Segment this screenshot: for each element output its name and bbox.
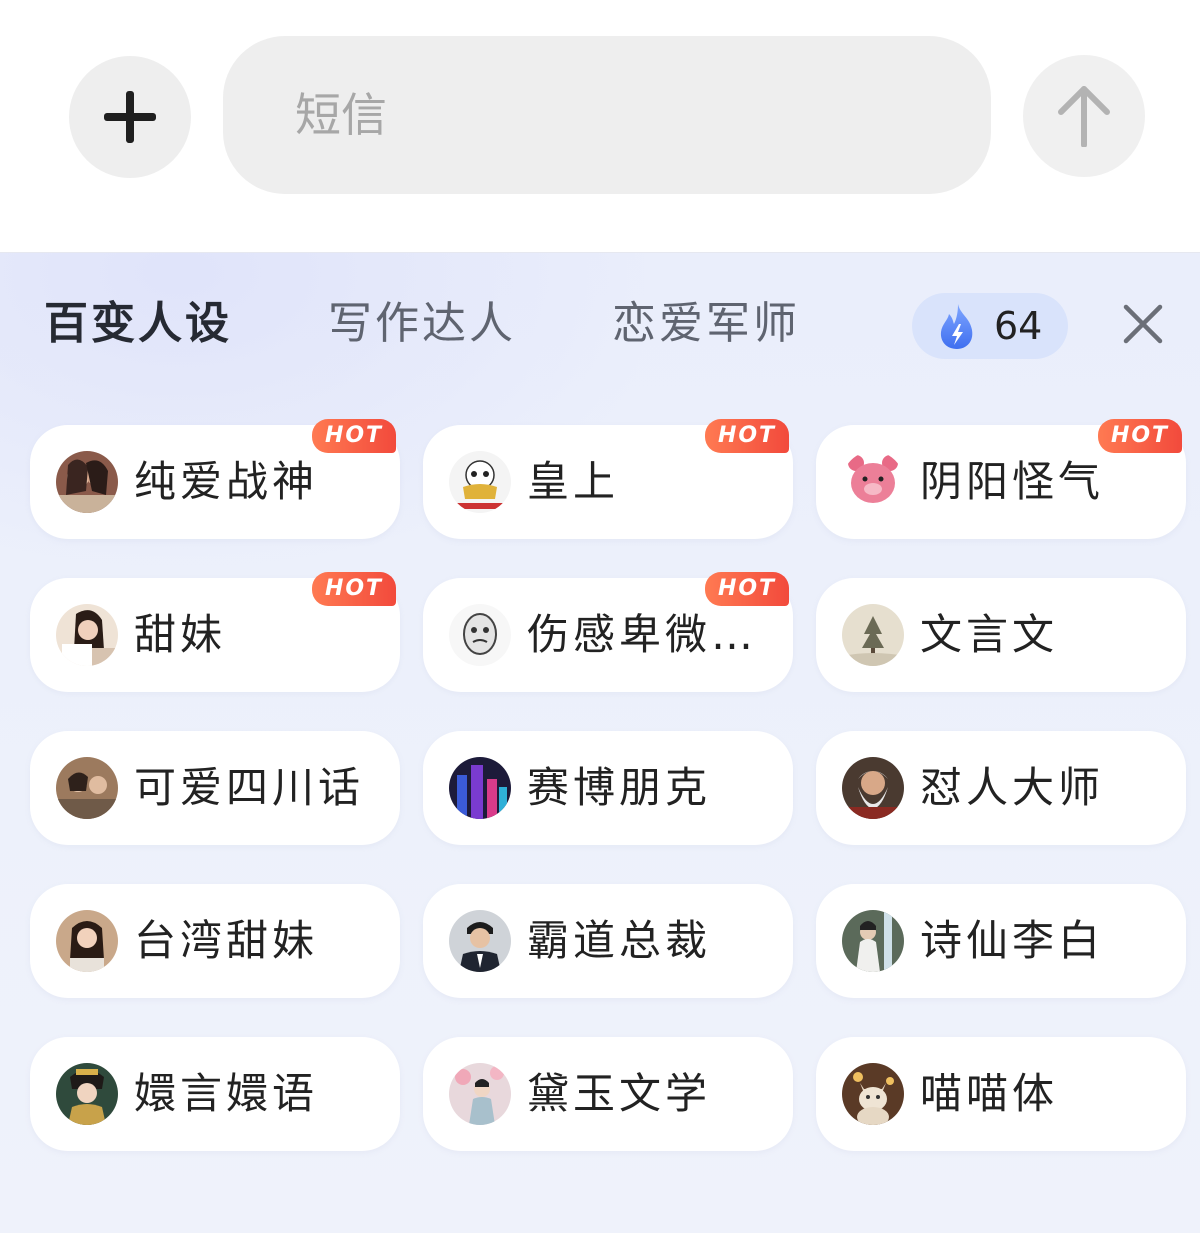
close-icon[interactable] xyxy=(1120,301,1166,347)
persona-card[interactable]: 赛博朋克 xyxy=(423,731,793,845)
avatar xyxy=(56,604,118,666)
send-button[interactable] xyxy=(1023,55,1145,177)
persona-label: 可爱四川话 xyxy=(134,763,365,812)
message-input-wrapper xyxy=(223,36,991,194)
persona-card[interactable]: 阴阳怪气 HOT xyxy=(816,419,1186,539)
persona-label: 阴阳怪气 xyxy=(920,457,1105,506)
energy-count: 64 xyxy=(994,304,1043,348)
persona-card[interactable]: 文言文 xyxy=(816,578,1186,692)
persona-label: 甜妹 xyxy=(134,610,227,659)
hot-badge: HOT xyxy=(1098,419,1182,453)
avatar xyxy=(56,910,118,972)
arrow-up-icon xyxy=(1058,86,1110,147)
persona-label: 嬛言嬛语 xyxy=(134,1069,319,1118)
avatar xyxy=(56,1063,118,1125)
persona-label: 喵喵体 xyxy=(920,1069,1059,1118)
plus-icon xyxy=(104,91,156,143)
persona-label: 怼人大师 xyxy=(920,763,1105,812)
tab-persona[interactable]: 百变人设 xyxy=(44,291,232,357)
persona-card[interactable]: 可爱四川话 xyxy=(30,731,400,845)
persona-label: 纯爱战神 xyxy=(134,457,319,506)
tab-love-advisor[interactable]: 恋爱军师 xyxy=(612,291,800,357)
avatar xyxy=(56,757,118,819)
persona-label: 文言文 xyxy=(920,610,1059,659)
message-input[interactable] xyxy=(293,87,991,143)
add-button[interactable] xyxy=(69,56,191,178)
avatar xyxy=(842,757,904,819)
persona-card[interactable]: 皇上 HOT xyxy=(423,419,793,539)
hot-badge: HOT xyxy=(312,572,396,606)
tab-writing[interactable]: 写作达人 xyxy=(328,291,516,357)
avatar xyxy=(842,451,904,513)
hot-badge: HOT xyxy=(312,419,396,453)
persona-label: 赛博朋克 xyxy=(527,763,712,812)
energy-badge[interactable]: 64 xyxy=(912,293,1068,359)
persona-label: 皇上 xyxy=(527,457,620,506)
avatar xyxy=(56,451,118,513)
persona-card[interactable]: 黛玉文学 xyxy=(423,1037,793,1151)
persona-card[interactable]: 霸道总裁 xyxy=(423,884,793,998)
avatar xyxy=(449,1063,511,1125)
persona-label: 黛玉文学 xyxy=(527,1069,712,1118)
persona-card[interactable]: 诗仙李白 xyxy=(816,884,1186,998)
persona-card[interactable]: 甜妹 HOT xyxy=(30,572,400,692)
avatar xyxy=(449,757,511,819)
persona-card[interactable]: 台湾甜妹 xyxy=(30,884,400,998)
persona-label: 诗仙李白 xyxy=(920,916,1105,965)
persona-label: 台湾甜妹 xyxy=(134,916,319,965)
composer-bar xyxy=(0,0,1200,252)
persona-card[interactable]: 嬛言嬛语 xyxy=(30,1037,400,1151)
avatar xyxy=(842,1063,904,1125)
persona-card[interactable]: 纯爱战神 HOT xyxy=(30,419,400,539)
persona-card[interactable]: 喵喵体 xyxy=(816,1037,1186,1151)
avatar xyxy=(449,451,511,513)
persona-card[interactable]: 伤感卑微… HOT xyxy=(423,572,793,692)
avatar xyxy=(842,604,904,666)
avatar xyxy=(449,604,511,666)
hot-badge: HOT xyxy=(705,419,789,453)
hot-badge: HOT xyxy=(705,572,789,606)
persona-card[interactable]: 怼人大师 xyxy=(816,731,1186,845)
persona-label: 霸道总裁 xyxy=(527,916,712,965)
avatar xyxy=(449,910,511,972)
persona-panel: 百变人设 写作达人 恋爱军师 64 纯爱战神 HOT 皇上 HOT 阴阳怪气 H… xyxy=(0,252,1200,1233)
avatar xyxy=(842,910,904,972)
flame-icon xyxy=(940,304,973,349)
